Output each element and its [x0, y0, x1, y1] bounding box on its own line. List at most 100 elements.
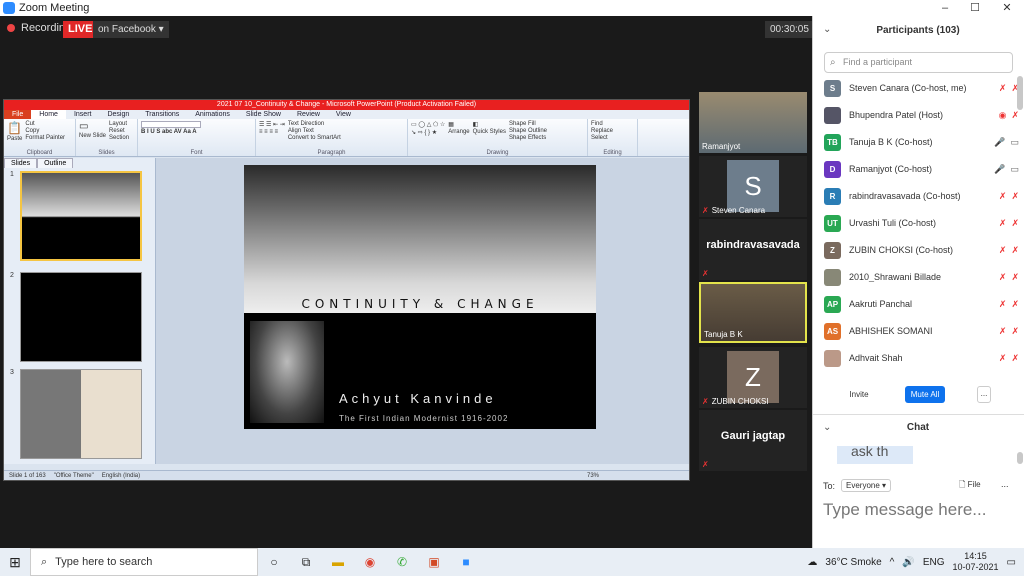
video-tile[interactable]: rabindravasavada ✗	[699, 219, 807, 280]
mic-muted-icon[interactable]: ✗	[999, 299, 1007, 310]
participant-row[interactable]: 2010_Shrawani Billade ✗ ✗	[824, 267, 1019, 287]
text-direction-button[interactable]: Text Direction	[288, 121, 324, 127]
font-name-select[interactable]	[141, 121, 201, 128]
mic-muted-icon[interactable]: ✗	[999, 326, 1007, 337]
camera-icon[interactable]: ▭	[1010, 164, 1019, 175]
participant-row[interactable]: Rrabindravasavada (Co-host) ✗ ✗	[824, 186, 1019, 206]
participant-row[interactable]: Bhupendra Patel (Host) ◉ ✗	[824, 105, 1019, 125]
zoom-icon[interactable]: ■	[450, 548, 482, 576]
smartart-button[interactable]: Convert to SmartArt	[288, 135, 341, 141]
chat-message-input[interactable]: Type message here...	[823, 500, 986, 520]
cortana-icon[interactable]: ○	[258, 548, 290, 576]
live-target-dropdown[interactable]: on Facebook ▾	[93, 21, 169, 38]
ppt-tab-insert[interactable]: Insert	[66, 110, 100, 119]
replace-button[interactable]: Replace	[591, 128, 613, 134]
list-buttons-icon[interactable]: ☰ ☰ ⇤ ⇥	[259, 121, 285, 128]
participant-row[interactable]: TB Tanuja B K (Co-host) 🎤 ▭	[824, 132, 1019, 152]
clock[interactable]: 14:15 10-07-2021	[953, 551, 999, 573]
slide-thumbnail-2[interactable]	[20, 272, 142, 362]
align-text-button[interactable]: Align Text	[288, 128, 314, 134]
weather-text[interactable]: 36°C Smoke	[825, 557, 881, 568]
camera-off-icon[interactable]: ✗	[1011, 245, 1019, 256]
camera-off-icon[interactable]: ✗	[1011, 110, 1019, 121]
layout-button[interactable]: Layout	[109, 121, 127, 127]
ppt-tab-file[interactable]: File	[4, 110, 32, 119]
taskbar-search-input[interactable]: ⌕ Type here to search	[30, 548, 258, 576]
camera-off-icon[interactable]: ✗	[1011, 191, 1019, 202]
volume-icon[interactable]: 🔊	[902, 557, 914, 568]
ppt-tab-review[interactable]: Review	[289, 110, 328, 119]
file-explorer-icon[interactable]: ▬	[322, 548, 354, 576]
format-painter-button[interactable]: Format Painter	[25, 135, 65, 141]
shape-fill-button[interactable]: Shape Fill	[509, 121, 536, 127]
ppt-tab-animations[interactable]: Animations	[187, 110, 238, 119]
mic-muted-icon[interactable]: ✗	[999, 83, 1007, 94]
mic-muted-icon[interactable]: ✗	[999, 353, 1007, 364]
select-button[interactable]: Select	[591, 135, 608, 141]
ppt-tab-design[interactable]: Design	[99, 110, 137, 119]
cut-button[interactable]: Cut	[25, 121, 34, 127]
task-view-icon[interactable]: ⧉	[290, 548, 322, 576]
mic-muted-icon[interactable]: ✗	[999, 272, 1007, 283]
chat-scrollbar[interactable]	[1017, 452, 1023, 464]
video-tile[interactable]: S ✗ Steven Canara	[699, 156, 807, 217]
font-style-buttons[interactable]: B I U S abc AV Aa A	[141, 129, 197, 135]
camera-off-icon[interactable]: ✗	[1011, 326, 1019, 337]
ppt-tab-transitions[interactable]: Transitions	[137, 110, 187, 119]
align-buttons-icon[interactable]: ≡ ≡ ≡ ≡	[259, 129, 278, 135]
chat-more-button[interactable]: ...	[1001, 479, 1009, 489]
chrome-icon[interactable]: ◉	[354, 548, 386, 576]
shapes-gallery-icon[interactable]: ▭ ◯ △ ⬠ ☆	[411, 121, 445, 128]
notifications-icon[interactable]: ▭	[1007, 557, 1016, 568]
more-options-button[interactable]: ...	[977, 386, 991, 403]
camera-off-icon[interactable]: ✗	[1011, 299, 1019, 310]
participant-row[interactable]: AP Aakruti Panchal ✗ ✗	[824, 294, 1019, 314]
windows-start-icon[interactable]: ⊞	[0, 554, 30, 571]
zoom-level[interactable]: 73%	[587, 471, 599, 480]
video-tile[interactable]: Gauri jagtap ✗	[699, 410, 807, 471]
camera-off-icon[interactable]: ✗	[1011, 353, 1019, 364]
shape-outline-button[interactable]: Shape Outline	[509, 128, 547, 134]
participant-row[interactable]: D Ramanjyot (Co-host) 🎤 ▭	[824, 159, 1019, 179]
mute-all-button[interactable]: Mute All	[905, 386, 945, 403]
current-slide[interactable]: CONTINUITY & CHANGE Achyut Kanvinde The …	[244, 165, 596, 429]
invite-button[interactable]: Invite	[845, 386, 873, 403]
recording-indicator[interactable]: Recording	[7, 22, 71, 34]
participant-row[interactable]: Adhvait Shah ✗ ✗	[824, 348, 1019, 368]
mic-icon[interactable]: 🎤	[994, 137, 1005, 148]
section-button[interactable]: Section	[109, 135, 129, 141]
camera-icon[interactable]: ▭	[1010, 137, 1019, 148]
mic-muted-icon[interactable]: ✗	[999, 245, 1007, 256]
participant-row[interactable]: UT Urvashi Tuli (Co-host) ✗ ✗	[824, 213, 1019, 233]
video-tile[interactable]: Ramanjyot	[699, 92, 807, 153]
video-tile[interactable]: Z ✗ ZUBIN CHOKSI	[699, 347, 807, 408]
minimize-button[interactable]: –	[930, 0, 960, 16]
reset-button[interactable]: Reset	[109, 128, 125, 134]
chevron-up-icon[interactable]: ^	[890, 557, 895, 568]
file-button[interactable]: 🗋 File	[959, 479, 981, 493]
copy-button[interactable]: Copy	[25, 128, 39, 134]
camera-off-icon[interactable]: ✗	[1011, 272, 1019, 283]
powerpoint-icon[interactable]: ▣	[418, 548, 450, 576]
participant-row[interactable]: AS ABHISHEK SOMANI ✗ ✗	[824, 321, 1019, 341]
tab-outline[interactable]: Outline	[37, 158, 74, 168]
tab-slides[interactable]: Slides	[4, 158, 38, 168]
maximize-button[interactable]: ☐	[960, 0, 990, 16]
recipient-select[interactable]: Everyone ▾	[841, 479, 892, 492]
slide-thumbnail-3[interactable]	[20, 369, 142, 459]
ppt-tab-slideshow[interactable]: Slide Show	[238, 110, 289, 119]
participant-row[interactable]: Z ZUBIN CHOKSI (Co-host) ✗ ✗	[824, 240, 1019, 260]
shape-effects-button[interactable]: Shape Effects	[509, 135, 546, 141]
camera-off-icon[interactable]: ✗	[1011, 218, 1019, 229]
ppt-tab-home[interactable]: Home	[31, 110, 66, 119]
mic-icon[interactable]: 🎤	[994, 164, 1005, 175]
mic-muted-icon[interactable]: ✗	[999, 191, 1007, 202]
video-tile-active-speaker[interactable]: Tanuja B K	[699, 282, 807, 343]
language-indicator[interactable]: ENG	[923, 557, 945, 568]
find-button[interactable]: Find	[591, 121, 603, 127]
participant-search-input[interactable]: ⌕ Find a participant	[824, 52, 1013, 73]
whatsapp-icon[interactable]: ✆	[386, 548, 418, 576]
ppt-tab-view[interactable]: View	[328, 110, 359, 119]
slide-thumbnail-1[interactable]	[20, 171, 142, 261]
participants-scrollbar[interactable]	[1017, 76, 1023, 110]
